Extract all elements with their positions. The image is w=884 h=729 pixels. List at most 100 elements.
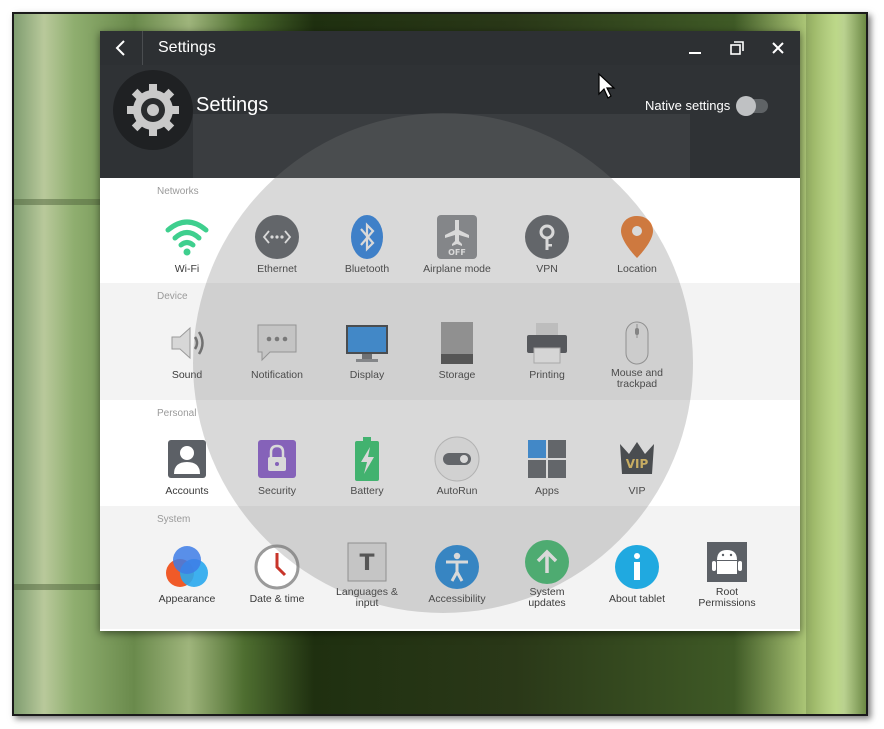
setting-about-tablet[interactable]: About tablet (592, 544, 682, 605)
vip-crown-icon: VIP (620, 442, 654, 474)
setting-appearance[interactable]: Appearance (142, 544, 232, 605)
setting-label: Location (617, 263, 657, 275)
wifi-icon (165, 219, 209, 256)
clock-icon (254, 544, 300, 590)
setting-accessibility[interactable]: Accessibility (412, 544, 502, 605)
setting-display[interactable]: Display (322, 320, 412, 381)
setting-ethernet[interactable]: Ethernet (232, 214, 322, 275)
android-icon (707, 542, 747, 582)
setting-printing[interactable]: Printing (502, 320, 592, 381)
bluetooth-icon (351, 215, 383, 259)
section-label: System (157, 514, 191, 525)
setting-vip[interactable]: VIP VIP (592, 436, 682, 497)
setting-label: Battery (350, 485, 384, 497)
section-device: Device Sound Notification Display Storag… (100, 283, 800, 400)
section-personal: Personal Accounts Security Battery AutoR… (100, 400, 800, 506)
setting-vpn[interactable]: VPN (502, 214, 592, 275)
accessibility-icon (435, 545, 479, 589)
mouse-pointer-icon (598, 72, 616, 99)
settings-header: Settings Native settings (100, 65, 800, 178)
native-settings-label: Native settings (645, 98, 731, 113)
setting-notification[interactable]: Notification (232, 320, 322, 381)
section-networks: Networks Wi-Fi Ethernet Bluetooth OFF Ai… (100, 178, 800, 283)
setting-label: Wi-Fi (174, 263, 200, 275)
titlebar-divider (142, 31, 143, 65)
back-arrow-icon[interactable] (110, 37, 132, 59)
toggle-icon (434, 436, 480, 482)
airplane-off-badge: OFF (448, 248, 466, 257)
setting-label: Accounts (165, 485, 209, 497)
keyboard-t-letter: T (359, 551, 374, 576)
setting-label: VPN (536, 263, 558, 275)
setting-label: Airplane mode (423, 263, 491, 275)
setting-storage[interactable]: Storage (412, 320, 502, 381)
ethernet-icon (255, 215, 299, 259)
setting-wifi[interactable]: Wi-Fi (142, 214, 232, 275)
setting-airplane-mode[interactable]: OFF Airplane mode (412, 214, 502, 275)
setting-label: Ethernet (257, 263, 297, 275)
setting-sound[interactable]: Sound (142, 320, 232, 381)
setting-label: Appearance (158, 593, 216, 605)
setting-label: Notification (251, 369, 303, 381)
section-label: Personal (157, 408, 197, 419)
setting-languages-input[interactable]: T Languages & input (322, 539, 412, 609)
location-pin-icon (621, 216, 653, 258)
setting-label-line2: Permissions (698, 597, 756, 609)
setting-bluetooth[interactable]: Bluetooth (322, 214, 412, 275)
setting-root-permissions[interactable]: Root Permissions (682, 539, 772, 609)
setting-label: About tablet (608, 593, 666, 605)
keyboard-t-icon: T (347, 542, 387, 582)
window-titlebar: Settings (100, 31, 800, 65)
section-label: Device (157, 291, 188, 302)
lock-icon (258, 440, 296, 478)
account-icon (168, 440, 206, 478)
close-icon[interactable] (769, 39, 787, 57)
setting-autorun[interactable]: AutoRun (412, 436, 502, 497)
setting-label: Accessibility (428, 593, 486, 605)
setting-label: VIP (628, 485, 646, 497)
header-title: Settings (196, 94, 269, 116)
setting-system-updates[interactable]: System updates (502, 539, 592, 609)
setting-label: Storage (438, 369, 476, 381)
settings-window: Settings Settings Native settings Networ… (100, 31, 800, 631)
appearance-circles-icon (166, 546, 208, 587)
speaker-icon (171, 326, 204, 360)
setting-label: Apps (535, 485, 559, 497)
update-arrow-icon (525, 540, 569, 584)
setting-label-line2: trackpad (616, 378, 658, 390)
gear-icon (127, 84, 179, 136)
setting-label: Sound (171, 369, 203, 381)
printer-icon (527, 323, 567, 364)
storage-icon (441, 322, 473, 364)
setting-location[interactable]: Location (592, 214, 682, 275)
battery-icon (355, 437, 379, 481)
native-settings-toggle[interactable] (736, 96, 768, 116)
minimize-icon[interactable] (686, 39, 704, 57)
settings-content: Networks Wi-Fi Ethernet Bluetooth OFF Ai… (100, 178, 800, 631)
setting-label-line2: updates (528, 597, 566, 609)
setting-apps[interactable]: Apps (502, 436, 592, 497)
vip-badge-text: VIP (626, 457, 649, 471)
section-system: System Appearance Date & time T Language… (100, 506, 800, 629)
info-icon (615, 545, 659, 589)
maximize-icon[interactable] (728, 39, 746, 57)
monitor-icon (346, 325, 388, 362)
mouse-icon (625, 321, 649, 365)
setting-label: Display (349, 369, 385, 381)
setting-mouse-trackpad[interactable]: Mouse and trackpad (592, 320, 682, 390)
notification-bubble-icon (257, 324, 297, 362)
setting-label: Printing (529, 369, 565, 381)
vpn-key-icon (525, 215, 569, 259)
setting-label: Bluetooth (344, 263, 390, 275)
airplane-icon: OFF (437, 215, 477, 259)
setting-accounts[interactable]: Accounts (142, 436, 232, 497)
setting-battery[interactable]: Battery (322, 436, 412, 497)
setting-date-time[interactable]: Date & time (232, 544, 322, 605)
setting-security[interactable]: Security (232, 436, 322, 497)
apps-grid-icon (528, 440, 566, 478)
window-title: Settings (158, 39, 216, 56)
section-label: Networks (157, 186, 199, 197)
setting-label: Security (258, 485, 296, 497)
setting-label: AutoRun (436, 485, 478, 497)
setting-label: Date & time (249, 593, 305, 605)
